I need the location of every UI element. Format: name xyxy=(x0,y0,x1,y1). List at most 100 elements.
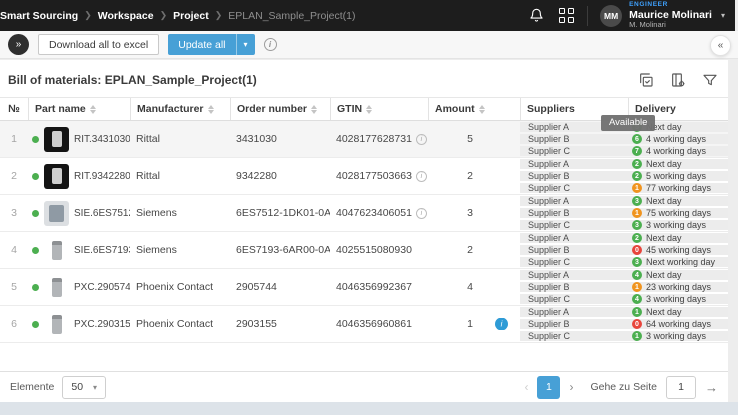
page-size-select[interactable]: 50 ▾ xyxy=(62,376,106,399)
table-settings-icon[interactable] xyxy=(669,71,686,88)
delivery-line: 3Next working day xyxy=(628,257,728,268)
delivery-time: 45 working days xyxy=(646,245,711,255)
part-thumbnail xyxy=(44,201,69,226)
delivery-time: 3 working days xyxy=(646,331,706,341)
download-excel-button[interactable]: Download all to excel xyxy=(38,34,159,55)
expand-panel-button[interactable]: » xyxy=(8,34,29,55)
top-navigation-bar: Smart Sourcing ❯ Workspace ❯ Project ❯ E… xyxy=(0,0,735,31)
supplier-line: Supplier B xyxy=(520,282,628,293)
gtin-info-icon[interactable]: i xyxy=(416,208,427,219)
update-all-split-button: Update all ▾ xyxy=(168,34,254,55)
supplier-line: Supplier B xyxy=(520,171,628,182)
notifications-bell-icon[interactable] xyxy=(527,7,545,25)
availability-badge: 4 xyxy=(632,270,642,280)
suppliers-cell: Supplier ASupplier BSupplier C xyxy=(520,269,628,305)
part-name: PXC.2903155 xyxy=(74,319,130,330)
sort-icon xyxy=(366,105,372,114)
amount-value: 3 xyxy=(467,207,473,219)
page-size-value: 50 xyxy=(71,381,83,393)
part-thumbnail xyxy=(44,238,69,263)
breadcrumb-workspace[interactable]: Workspace xyxy=(94,10,158,22)
filter-icon[interactable] xyxy=(701,71,718,88)
next-page-button[interactable]: › xyxy=(569,380,573,394)
breadcrumb-project[interactable]: Project xyxy=(169,10,213,22)
table-body: 1 RIT.3431030 Rittal 3431030 40281776287… xyxy=(0,121,728,343)
availability-badge: 6 xyxy=(632,134,642,144)
user-role-label: ENGINEER xyxy=(629,1,712,8)
availability-badge: 1 xyxy=(632,307,642,317)
gtin-info-icon[interactable]: i xyxy=(416,134,427,145)
bill-of-materials-panel: Bill of materials: EPLAN_Sample_Project(… xyxy=(0,60,728,402)
suppliers-cell: Supplier ASupplier BSupplier C xyxy=(520,195,628,231)
amount-info-icon[interactable]: i xyxy=(495,318,508,330)
column-header-manufacturer[interactable]: Manufacturer xyxy=(130,98,230,120)
goto-page-arrow-button[interactable]: → xyxy=(705,380,718,395)
delivery-line: 175 working days xyxy=(628,208,728,219)
sort-icon xyxy=(208,105,214,114)
amount-cell: 1 i xyxy=(428,318,520,330)
suppliers-cell: Supplier ASupplier BSupplier C xyxy=(520,306,628,342)
availability-badge: 0 xyxy=(632,245,642,255)
sort-icon xyxy=(311,105,317,114)
supplier-line: Supplier B xyxy=(520,134,628,145)
supplier-line: Supplier B xyxy=(520,208,628,219)
row-number: 5 xyxy=(0,281,28,293)
column-header-number: № xyxy=(0,98,28,120)
delivery-time: 3 working days xyxy=(646,220,706,230)
row-number: 2 xyxy=(0,170,28,182)
update-all-dropdown-button[interactable]: ▾ xyxy=(236,34,255,55)
table-row[interactable]: 6 PXC.2903155 Phoenix Contact 2903155 40… xyxy=(0,306,728,343)
part-name: PXC.2905744 xyxy=(74,282,130,293)
apps-grid-icon[interactable] xyxy=(557,7,575,25)
delivery-cell: 2Next day045 working days3Next working d… xyxy=(628,232,728,268)
page-bottom-strip xyxy=(0,402,738,415)
status-dot xyxy=(32,173,39,180)
gtin-cell: 4025515080930 xyxy=(330,244,428,256)
table-row[interactable]: 3 SIE.6ES7512-1DK... Siemens 6ES7512-1DK… xyxy=(0,195,728,232)
column-header-gtin[interactable]: GTIN xyxy=(330,98,428,120)
supplier-line: Supplier A xyxy=(520,233,628,244)
goto-page-label: Gehe zu Seite xyxy=(590,381,657,393)
delivery-cell: 1Next day064 working days13 working days xyxy=(628,306,728,342)
goto-page-input[interactable] xyxy=(666,376,696,399)
status-dot xyxy=(32,136,39,143)
manufacturer-cell: Siemens xyxy=(130,207,230,219)
gtin-value: 4025515080930 xyxy=(336,244,412,256)
delivery-time: 4 working days xyxy=(646,146,706,156)
order-number-cell: 2905744 xyxy=(230,281,330,293)
availability-badge: 3 xyxy=(632,257,642,267)
part-cell: PXC.2903155 xyxy=(28,312,130,337)
column-header-order-number[interactable]: Order number xyxy=(230,98,330,120)
current-page-button[interactable]: 1 xyxy=(537,376,560,399)
part-thumbnail xyxy=(44,275,69,300)
supplier-line: Supplier C xyxy=(520,294,628,305)
supplier-line: Supplier B xyxy=(520,245,628,256)
breadcrumb-separator: ❯ xyxy=(158,10,170,21)
copy-selection-icon[interactable] xyxy=(637,71,654,88)
row-number: 6 xyxy=(0,318,28,330)
table-row[interactable]: 5 PXC.2905744 Phoenix Contact 2905744 40… xyxy=(0,269,728,306)
order-number-cell: 3431030 xyxy=(230,133,330,145)
delivery-time: Next day xyxy=(646,270,682,280)
table-row[interactable]: 2 RIT.9342280 Rittal 9342280 40281775036… xyxy=(0,158,728,195)
table-row[interactable]: 4 SIE.6ES7193-6AR... Siemens 6ES7193-6AR… xyxy=(0,232,728,269)
user-menu[interactable]: MM ENGINEER Maurice Molinari M. Molinari… xyxy=(600,1,725,29)
order-number-cell: 6ES7512-1DK01-0AB0 xyxy=(230,207,330,219)
toolbar-info-icon[interactable]: i xyxy=(264,38,277,51)
collapse-panel-button[interactable]: « xyxy=(710,35,731,56)
order-number-cell: 6ES7193-6AR00-0AA0 xyxy=(230,244,330,256)
update-all-button[interactable]: Update all xyxy=(168,34,235,55)
column-header-amount[interactable]: Amount xyxy=(428,98,520,120)
amount-cell: 2 xyxy=(428,244,520,256)
previous-page-button[interactable]: ‹ xyxy=(524,380,528,394)
gtin-info-icon[interactable]: i xyxy=(416,171,427,182)
breadcrumb-smart-sourcing[interactable]: Smart Sourcing xyxy=(0,10,82,22)
supplier-line: Supplier B xyxy=(520,319,628,330)
amount-value: 5 xyxy=(467,133,473,145)
delivery-line: 2Next day xyxy=(628,159,728,170)
delivery-time: 4 working days xyxy=(646,134,706,144)
column-header-part-name[interactable]: Part name xyxy=(28,98,130,120)
table-footer: Elemente 50 ▾ ‹ 1 › Gehe zu Seite → xyxy=(0,371,728,402)
part-cell: SIE.6ES7193-6AR... xyxy=(28,238,130,263)
delivery-time: 75 working days xyxy=(646,208,711,218)
